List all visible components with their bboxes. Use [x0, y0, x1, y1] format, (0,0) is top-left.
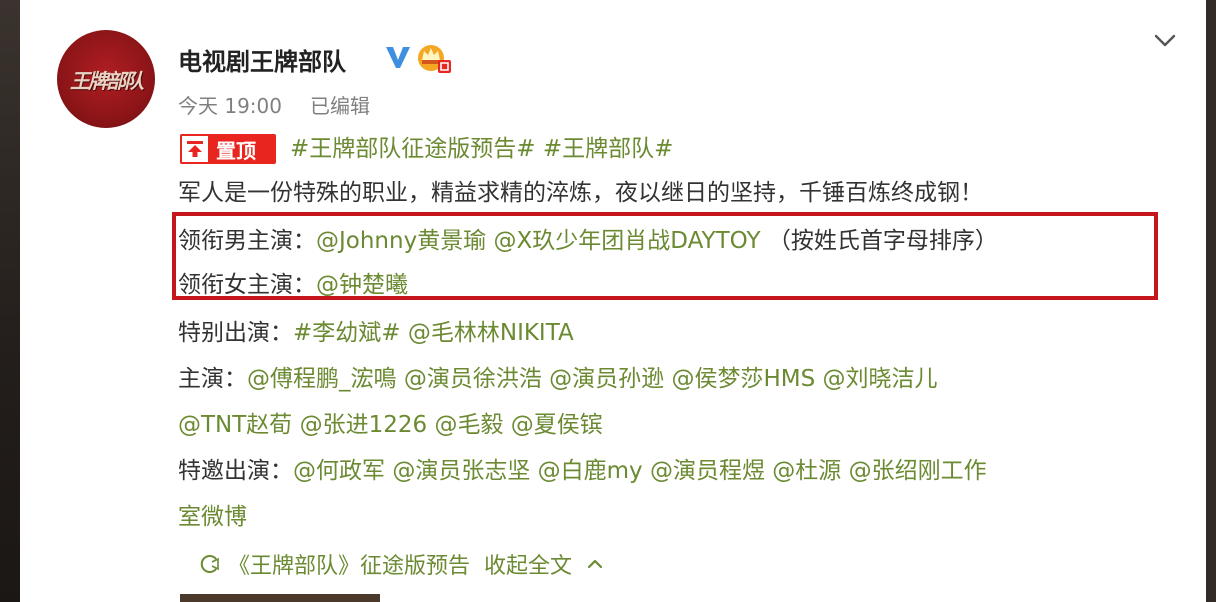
- verified-v-icon: [386, 47, 410, 68]
- topic-link[interactable]: #李幼斌#: [293, 320, 401, 346]
- account-name[interactable]: 电视剧王牌部队: [178, 42, 346, 77]
- collapse-button[interactable]: 收起全文: [484, 548, 572, 580]
- crown-badge-icon: [418, 45, 451, 73]
- pin-badge: 置顶: [180, 134, 276, 164]
- special-appearance-line: 特别出演：#李幼斌# @毛林林NIKITA: [178, 318, 574, 348]
- video-icon: [200, 555, 219, 573]
- mention-link[interactable]: @杜源: [772, 458, 841, 484]
- mention-link[interactable]: @夏侯镔: [511, 412, 603, 438]
- mention-link[interactable]: @张进1226: [300, 412, 428, 438]
- mention-link[interactable]: @演员孙逊: [549, 366, 664, 392]
- video-collapse-row: 《王牌部队》征途版预告 收起全文: [198, 548, 606, 580]
- pin-arrow-icon: [180, 134, 210, 164]
- mention-link[interactable]: 室微博: [178, 504, 247, 530]
- background-left: [0, 0, 20, 602]
- special-label: 特别出演：: [178, 320, 293, 346]
- edited-label: 已编辑: [310, 94, 370, 118]
- mention-link[interactable]: @演员徐洪浩: [404, 366, 542, 392]
- pin-label: 置顶: [216, 138, 256, 163]
- topics-line: #王牌部队征途版预告# #王牌部队#: [290, 134, 673, 164]
- chevron-down-icon[interactable]: [1150, 26, 1180, 56]
- weibo-post-card: 王牌部队 电视剧王牌部队 今天 19:00 已编辑 置顶 #王牌部队征途版预告#…: [20, 0, 1206, 602]
- background-right: [1206, 0, 1216, 602]
- media-thumbnail-strip[interactable]: [180, 594, 380, 602]
- avatar[interactable]: 王牌部队: [57, 30, 155, 128]
- mention-link[interactable]: @毛毅: [434, 412, 503, 438]
- topic-link[interactable]: #王牌部队征途版预告#: [290, 136, 536, 162]
- post-body-text: 军人是一份特殊的职业，精益求精的淬炼，夜以继日的坚持，千锤百炼终成钢！: [178, 180, 983, 206]
- cast-line-1: 主演：@傅程鹏_浤鳴 @演员徐洪浩 @演员孙逊 @侯梦莎HMS @刘晓洁儿: [178, 364, 938, 394]
- avatar-logo-text: 王牌部队: [70, 68, 144, 93]
- post-timestamp[interactable]: 今天 19:00: [178, 90, 282, 119]
- guest-label: 特邀出演：: [178, 458, 293, 484]
- mention-link[interactable]: @TNT赵荀: [178, 412, 292, 438]
- highlight-box: [172, 212, 1158, 300]
- mention-link[interactable]: @演员程煜: [650, 458, 765, 484]
- mention-link[interactable]: @演员张志坚: [392, 458, 530, 484]
- cast-label: 主演：: [178, 366, 247, 392]
- chevron-up-icon[interactable]: [584, 553, 606, 575]
- mention-link[interactable]: @傅程鹏_浤鳴: [247, 366, 397, 392]
- mention-link[interactable]: @白鹿my: [538, 458, 643, 484]
- topic-link[interactable]: #王牌部队#: [543, 136, 674, 162]
- video-title-link[interactable]: 《王牌部队》征途版预告: [228, 548, 470, 580]
- mention-link[interactable]: @刘晓洁儿: [823, 366, 938, 392]
- mention-link[interactable]: @侯梦莎HMS: [671, 366, 815, 392]
- guest-line-2: 室微博: [178, 502, 247, 532]
- guest-line-1: 特邀出演：@何政军 @演员张志坚 @白鹿my @演员程煜 @杜源 @张绍刚工作: [178, 456, 987, 486]
- mention-link[interactable]: @何政军: [293, 458, 385, 484]
- cast-line-2: @TNT赵荀 @张进1226 @毛毅 @夏侯镔: [178, 410, 603, 440]
- mention-link[interactable]: @毛林林NIKITA: [408, 320, 574, 346]
- mention-link[interactable]: @张绍刚工作: [849, 458, 987, 484]
